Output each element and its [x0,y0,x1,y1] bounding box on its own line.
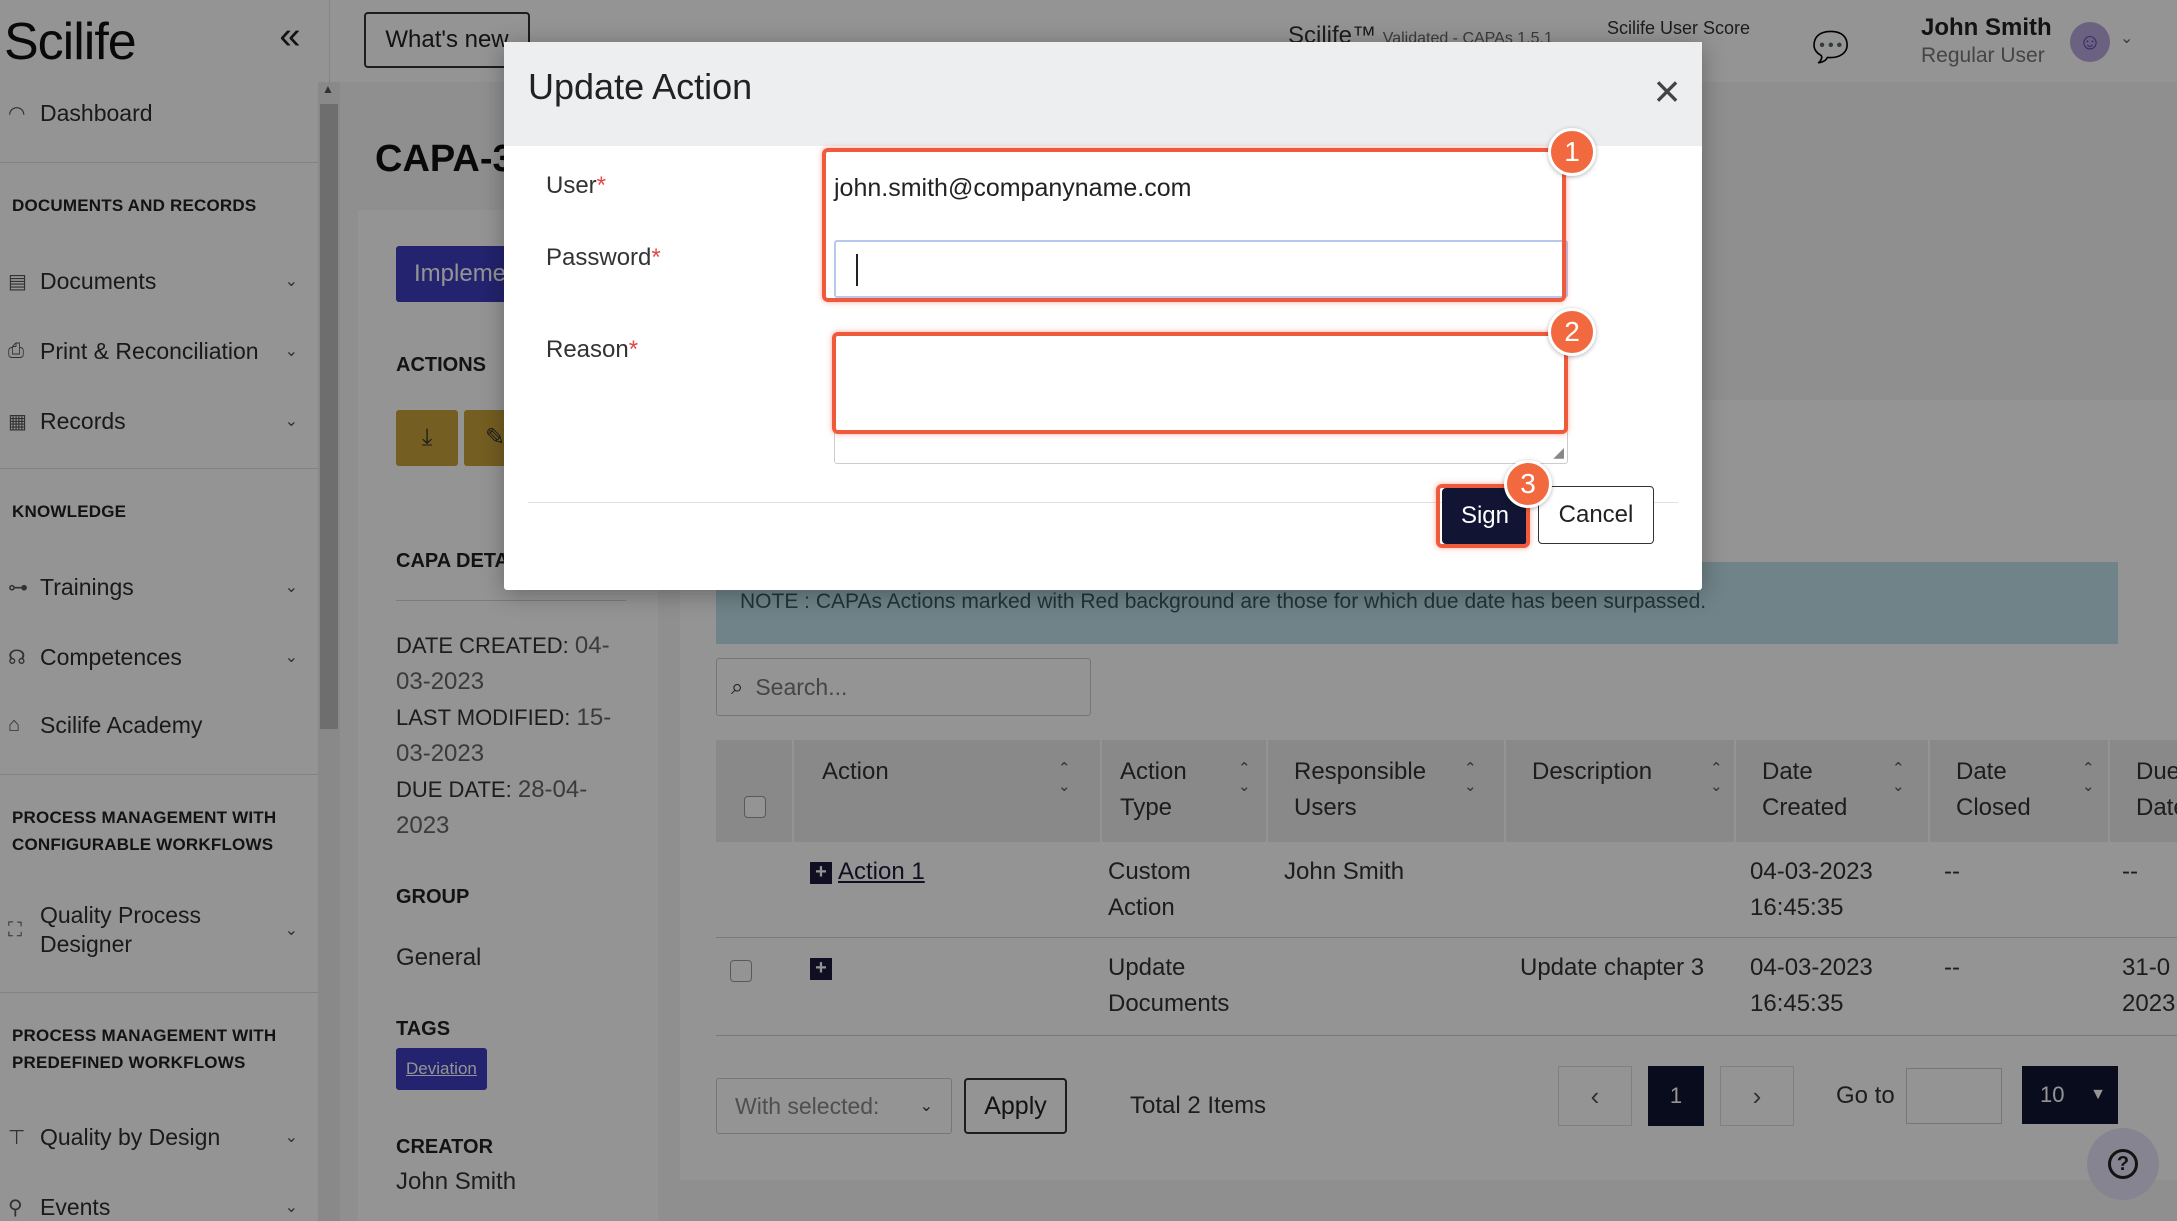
step-badge-1: 1 [1548,128,1596,176]
required-mark: * [651,244,661,271]
user-label: User* [546,172,606,200]
modal-header: Update Action × [504,42,1702,146]
modal-title: Update Action [528,66,753,107]
highlight-user-password [822,148,1566,302]
highlight-reason [832,332,1568,434]
required-mark: * [628,336,639,363]
reason-label: Reason* [546,336,638,364]
reason-label-text: Reason [546,336,629,363]
required-mark: * [596,172,607,199]
cancel-button[interactable]: Cancel [1538,486,1654,544]
step-badge-3: 3 [1504,460,1552,508]
password-label: Password* [546,244,661,272]
close-icon[interactable]: × [1642,68,1692,118]
resize-grip-icon[interactable]: ◢ [1553,444,1564,461]
user-label-text: User [546,172,597,199]
step-badge-2: 2 [1548,308,1596,356]
password-label-text: Password [546,244,652,271]
app-root: Scilife « ◠ Dashboard DOCUMENTS AND RECO… [0,0,2177,1221]
